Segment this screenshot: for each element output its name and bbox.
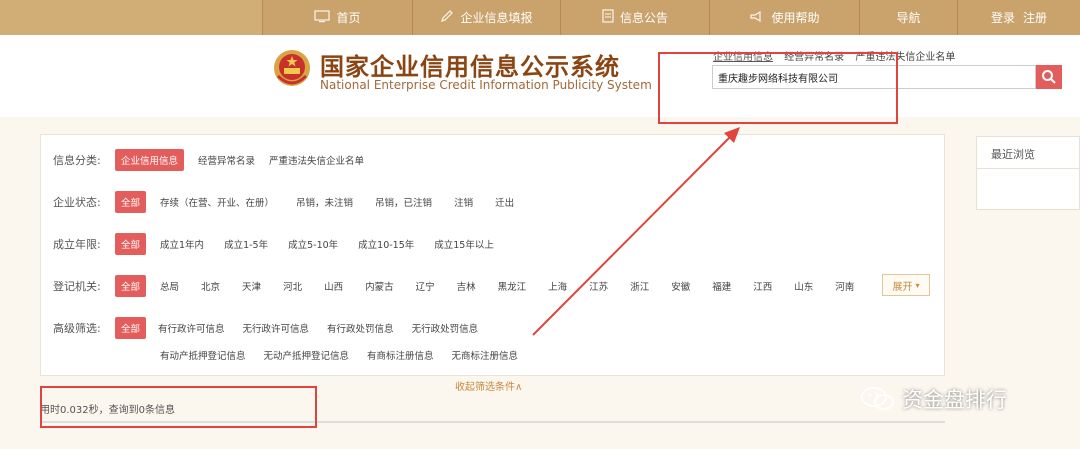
watermark-text: 资金盘排行 xyxy=(902,388,1007,412)
watermark: 资金盘排行 xyxy=(860,384,1007,414)
annotation-arrow xyxy=(532,127,740,336)
wechat-icon xyxy=(861,387,894,410)
